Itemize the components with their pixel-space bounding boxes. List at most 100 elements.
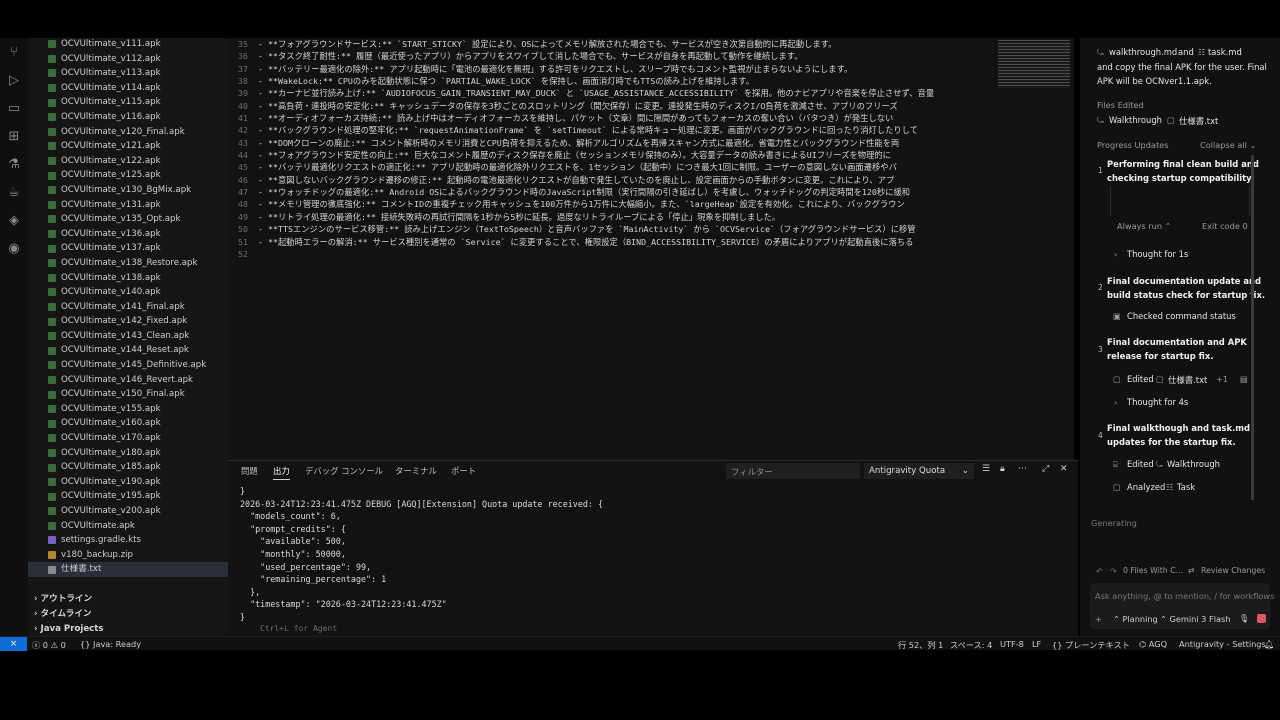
file-item[interactable]: OCVUltimate_v116.apk <box>28 110 228 125</box>
progress-scrollbar[interactable] <box>1251 155 1254 500</box>
file-item[interactable]: OCVUltimate_v111.apk <box>28 38 228 52</box>
end-of-line[interactable]: LF <box>1032 639 1041 649</box>
tab-debug-console[interactable]: デバッグ コンソール <box>305 465 383 477</box>
model-select[interactable]: ⌃ Gemini 3 Flash <box>1160 614 1230 624</box>
redo-icon[interactable]: ↷ <box>1110 566 1117 576</box>
timeline-section[interactable]: › タイムライン <box>28 607 228 622</box>
file-item[interactable]: OCVUltimate_v150_Final.apk <box>28 387 228 402</box>
file-item[interactable]: OCVUltimate_v190.apk <box>28 475 228 490</box>
close-icon[interactable]: ✕ <box>1060 464 1068 474</box>
clear-output-icon[interactable]: ☰ <box>982 464 990 474</box>
step-2-title-line1[interactable]: Final documentation update and <box>1107 276 1261 286</box>
file-item[interactable]: OCVUltimate.apk <box>28 519 228 534</box>
checked-command-status[interactable]: Checked command status <box>1127 311 1236 321</box>
indentation[interactable]: スペース: 4 <box>950 639 992 651</box>
file-item[interactable]: OCVUltimate_v121.apk <box>28 139 228 154</box>
file-item[interactable]: OCVUltimate_v113.apk <box>28 66 228 81</box>
notifications-icon[interactable]: 🔔︎ <box>1264 639 1274 650</box>
step-1-title-line1[interactable]: Performing final clean build and <box>1107 159 1259 169</box>
step-4-title-line2[interactable]: updates for the startup fix. <box>1107 437 1236 447</box>
file-item[interactable]: OCVUltimate_v144_Reset.apk <box>28 343 228 358</box>
file-item[interactable]: OCVUltimate_v138.apk <box>28 271 228 286</box>
edited-spec-file[interactable]: 仕様書.txt <box>1168 374 1207 386</box>
tab-output[interactable]: 出力 <box>273 465 290 480</box>
file-item[interactable]: OCVUltimate_v135_Opt.apk <box>28 212 228 227</box>
agq-status[interactable]: ⌬ AGQ <box>1139 639 1167 649</box>
stop-generation-button[interactable] <box>1257 614 1266 623</box>
extensions-icon[interactable]: ⊞ <box>0 122 28 150</box>
file-item[interactable]: OCVUltimate_v140.apk <box>28 285 228 300</box>
tab-terminal[interactable]: ターミナル <box>395 465 437 477</box>
intro-file-task[interactable]: task.md <box>1208 47 1242 57</box>
intro-file-walkthrough[interactable]: walkthrough.md <box>1109 47 1177 57</box>
file-item[interactable]: OCVUltimate_v112.apk <box>28 52 228 67</box>
file-item[interactable]: 仕様書.txt <box>28 562 228 577</box>
step-2-title-line2[interactable]: build status check for startup fix. <box>1107 290 1265 300</box>
output-channel-select[interactable]: Antigravity Quota ⌄ <box>864 463 974 479</box>
files-with-changes[interactable]: 0 Files With C... <box>1123 566 1183 575</box>
step-4-title-line1[interactable]: Final walkthough and task.md <box>1107 423 1250 433</box>
text-editor[interactable]: 35 - **フォアグラウンドサービス:** `START_STICKY` 設定に… <box>228 38 998 460</box>
errors-indicator[interactable]: ⓧ 0 ⚠ 0 <box>32 639 66 651</box>
file-item[interactable]: OCVUltimate_v115.apk <box>28 95 228 110</box>
java-projects-section[interactable]: › Java Projects <box>28 622 228 636</box>
file-item[interactable]: OCVUltimate_v143_Clean.apk <box>28 329 228 344</box>
analyzed-task[interactable]: Task <box>1177 482 1195 492</box>
antigravity-settings[interactable]: Antigravity - Settings <box>1179 639 1266 649</box>
collapse-all-button[interactable]: Collapse all ⌄ <box>1200 140 1256 150</box>
cursor-position[interactable]: 行 52、列 1 <box>898 639 943 651</box>
tab-problems[interactable]: 問題 <box>241 465 258 477</box>
file-item[interactable]: OCVUltimate_v145_Definitive.apk <box>28 358 228 373</box>
lock-icon[interactable]: 🔒︎ <box>1000 464 1005 474</box>
step-1-title-line2[interactable]: checking startup compatibility. <box>1107 173 1254 183</box>
edited-file-walkthrough[interactable]: Walkthrough <box>1109 115 1162 125</box>
microphone-icon[interactable]: 🎙︎ <box>1239 613 1249 624</box>
file-item[interactable]: OCVUltimate_v195.apk <box>28 489 228 504</box>
source-control-icon[interactable]: ⑂ <box>0 38 28 66</box>
file-item[interactable]: OCVUltimate_v185.apk <box>28 460 228 475</box>
add-context-icon[interactable]: + <box>1095 614 1102 624</box>
file-item[interactable]: OCVUltimate_v200.apk <box>28 504 228 519</box>
step-3-title-line2[interactable]: release for startup fix. <box>1107 351 1213 361</box>
testing-icon[interactable]: ⚗ <box>0 150 28 178</box>
file-item[interactable]: OCVUltimate_v114.apk <box>28 81 228 96</box>
file-item[interactable]: v180_backup.zip <box>28 548 228 563</box>
file-item[interactable]: OCVUltimate_v131.apk <box>28 198 228 213</box>
encoding[interactable]: UTF-8 <box>1000 639 1024 649</box>
more-actions-icon[interactable]: ⋯ <box>1018 464 1027 474</box>
undo-icon[interactable]: ↶ <box>1096 566 1103 576</box>
file-item[interactable]: OCVUltimate_v160.apk <box>28 416 228 431</box>
file-item[interactable]: OCVUltimate_v125.apk <box>28 168 228 183</box>
file-item[interactable]: OCVUltimate_v137.apk <box>28 241 228 256</box>
open-file-icon[interactable]: ▤ <box>1240 374 1248 384</box>
file-item[interactable]: settings.gradle.kts <box>28 533 228 548</box>
file-item[interactable]: OCVUltimate_v155.apk <box>28 402 228 417</box>
tab-ports[interactable]: ポート <box>451 465 476 477</box>
outline-section[interactable]: › アウトライン <box>28 592 228 607</box>
thought-4s[interactable]: Thought for 4s <box>1127 397 1188 407</box>
edited-file-spec[interactable]: 仕様書.txt <box>1179 115 1218 127</box>
file-item[interactable]: OCVUltimate_v138_Restore.apk <box>28 256 228 271</box>
file-item[interactable]: OCVUltimate_v180.apk <box>28 446 228 461</box>
file-item[interactable]: OCVUltimate_v130_BgMix.apk <box>28 183 228 198</box>
file-item[interactable]: OCVUltimate_v122.apk <box>28 154 228 169</box>
remote-connection-icon[interactable]: ⨯ <box>0 637 27 651</box>
edited-walkthrough[interactable]: Walkthrough <box>1167 459 1220 469</box>
always-run-toggle[interactable]: Always run ⌃ <box>1117 221 1172 231</box>
java-status[interactable]: {} Java: Ready <box>80 639 141 649</box>
thought-1s[interactable]: Thought for 1s <box>1127 249 1188 259</box>
file-item[interactable]: OCVUltimate_v136.apk <box>28 227 228 242</box>
file-item[interactable]: OCVUltimate_v170.apk <box>28 431 228 446</box>
output-filter-input[interactable]: フィルター <box>726 463 860 479</box>
step-3-title-line1[interactable]: Final documentation and APK <box>1107 337 1247 347</box>
file-item[interactable]: OCVUltimate_v120_Final.apk <box>28 125 228 140</box>
minimap[interactable] <box>998 38 1074 460</box>
review-changes-button[interactable]: Review Changes <box>1201 566 1265 575</box>
file-item[interactable]: OCVUltimate_v142_Fixed.apk <box>28 314 228 329</box>
file-item[interactable]: OCVUltimate_v141_Final.apk <box>28 300 228 315</box>
java-icon[interactable]: ☕ <box>0 178 28 206</box>
run-debug-icon[interactable]: ▷ <box>0 66 28 94</box>
agent-icon[interactable]: ◉ <box>0 234 28 262</box>
mode-select[interactable]: ⌃ Planning <box>1113 614 1158 624</box>
language-mode[interactable]: {} プレーンテキスト <box>1052 639 1130 651</box>
